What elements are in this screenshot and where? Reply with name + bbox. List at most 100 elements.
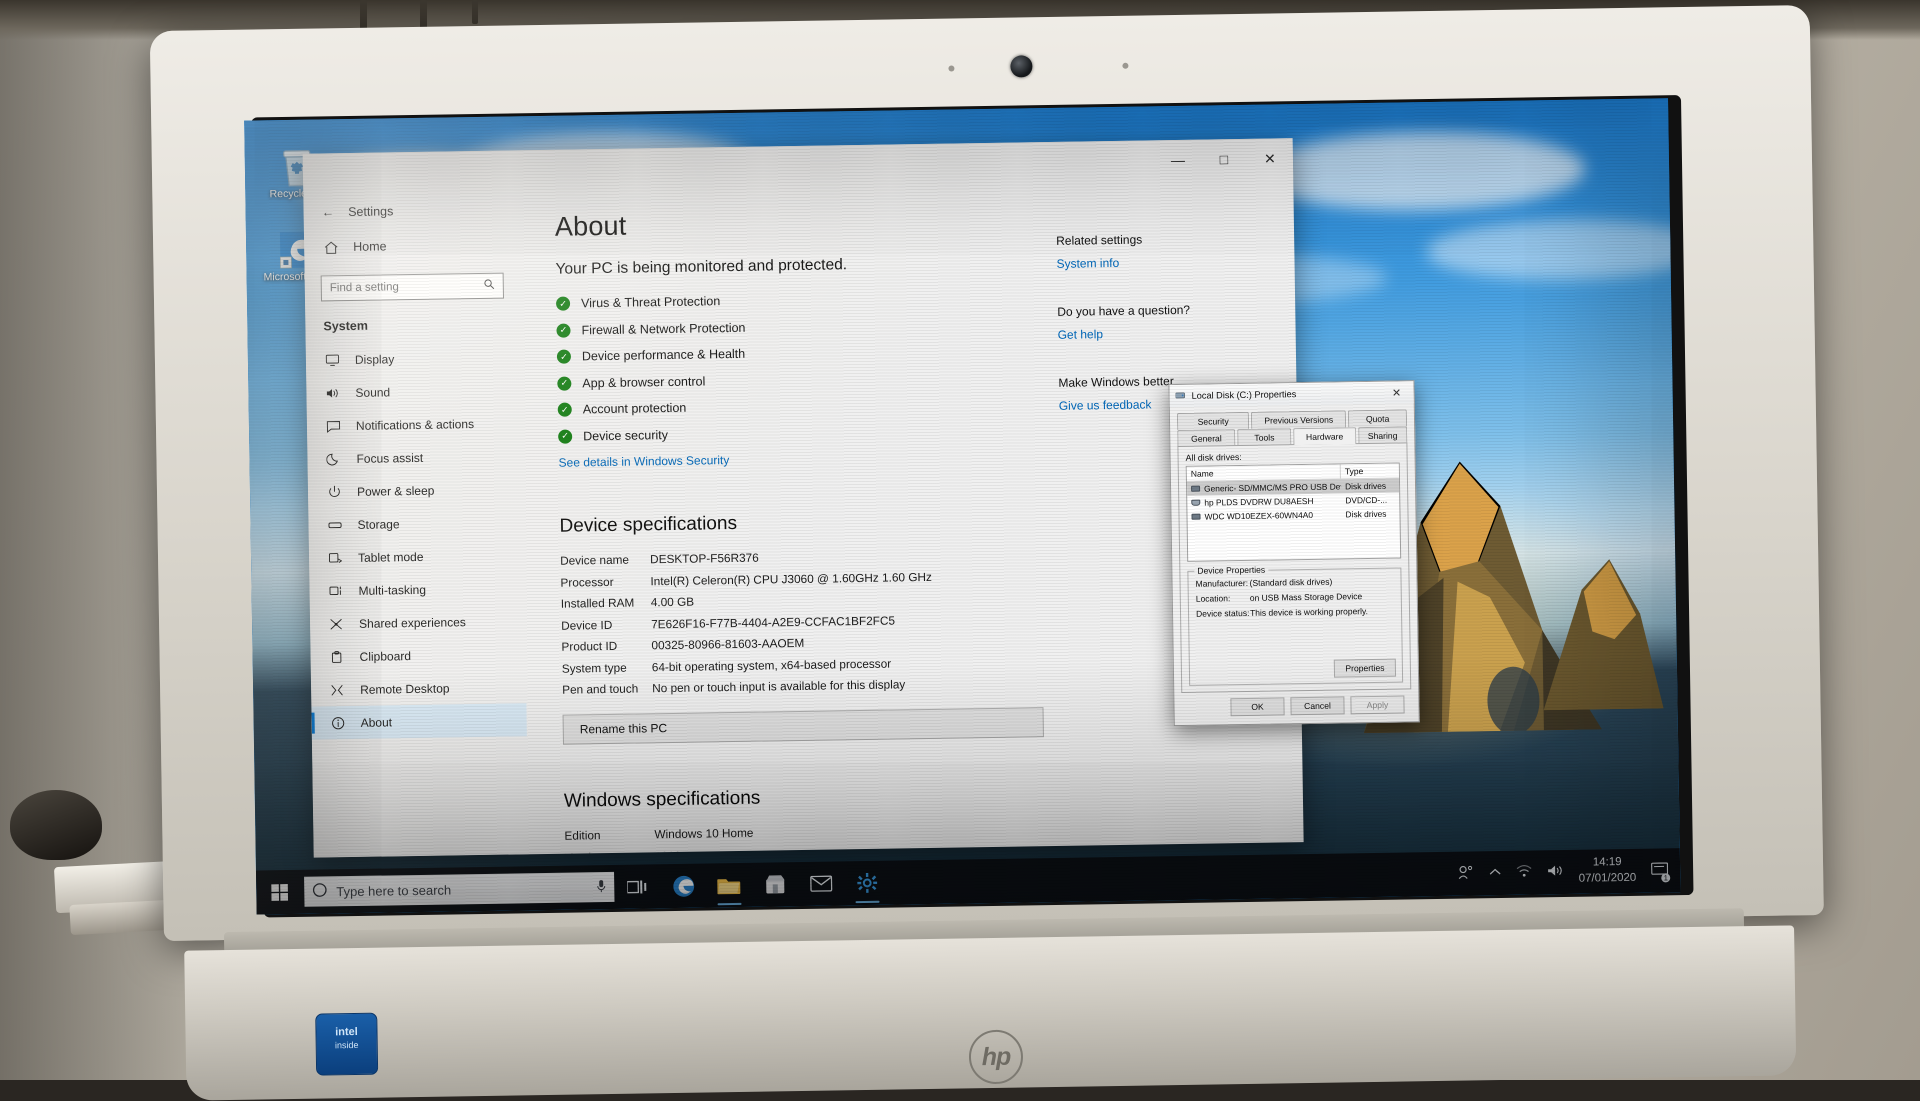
- cortana-icon: [312, 882, 327, 900]
- cable-2: [420, 0, 427, 30]
- taskbar-settings-button[interactable]: [844, 861, 891, 906]
- close-icon[interactable]: ✕: [1383, 382, 1409, 402]
- sidebar-item-remote-desktop[interactable]: Remote Desktop: [311, 670, 526, 706]
- sidebar-item-label: Focus assist: [356, 450, 423, 465]
- sidebar-item-power-sleep[interactable]: Power & sleep: [308, 472, 523, 508]
- dialog-tab-security[interactable]: Security: [1177, 412, 1250, 430]
- question-heading: Do you have a question?: [1057, 302, 1267, 319]
- sidebar-nav: Display Sound Notifications & actions Fo…: [306, 340, 527, 739]
- taskbar-microsoft-store-button[interactable]: [752, 862, 799, 907]
- check-icon: ✓: [558, 429, 572, 443]
- sidebar-item-display[interactable]: Display: [306, 340, 521, 376]
- device-property-value: This device is working properly.: [1250, 606, 1368, 618]
- screen: Recycle Bin Microsoft Edge — □: [244, 98, 1680, 914]
- sidebar-item-storage[interactable]: Storage: [308, 505, 523, 541]
- taskbar-mail-button[interactable]: [798, 861, 845, 906]
- windows-spec-key: Edition: [564, 828, 654, 843]
- sidebar-item-label: Remote Desktop: [360, 681, 450, 696]
- device-property-key: Device status:: [1196, 608, 1250, 619]
- check-icon: ✓: [557, 350, 571, 364]
- device-spec-row: Device name DESKTOP-F56R376: [560, 547, 1041, 569]
- sidebar-item-home[interactable]: Home: [304, 226, 520, 265]
- taskbar-file-explorer-button[interactable]: [706, 863, 753, 908]
- sidebar-item-tablet-mode[interactable]: Tablet mode: [309, 538, 524, 574]
- device-property-value: on USB Mass Storage Device: [1250, 591, 1363, 603]
- search-input[interactable]: Find a setting: [321, 273, 504, 302]
- security-details-link[interactable]: See details in Windows Security: [558, 449, 1039, 471]
- drive-name: hp PLDS DVDRW DU8AESH: [1204, 496, 1313, 508]
- system-info-link[interactable]: System info: [1056, 254, 1266, 271]
- webcam-icon: [1010, 55, 1032, 77]
- people-icon[interactable]: [1458, 865, 1474, 882]
- minimize-button[interactable]: —: [1155, 143, 1202, 178]
- ok-button[interactable]: OK: [1230, 697, 1284, 716]
- windows-spec-value: Windows 10 Home: [654, 822, 1045, 842]
- drives-listview[interactable]: Name Type Generic- SD/MMC/MS PRO USB Dev…: [1186, 463, 1401, 562]
- active-indicator: [718, 902, 742, 905]
- laptop-photo: hp intelinside: [0, 0, 1920, 1080]
- dialog-title: Local Disk (C:) Properties: [1192, 388, 1379, 401]
- speaker-icon[interactable]: [1547, 864, 1563, 880]
- dialog-tab-sharing[interactable]: Sharing: [1358, 426, 1408, 444]
- check-icon: ✓: [557, 376, 571, 390]
- device-spec-row: Device ID 7E626F16-F77B-4404-A2E9-CCFAC1…: [561, 611, 1042, 633]
- wifi-icon[interactable]: [1516, 864, 1532, 880]
- close-button[interactable]: ✕: [1247, 141, 1294, 176]
- clock[interactable]: 14:19 07/01/2020: [1578, 855, 1636, 887]
- sidebar-item-label: Multi-tasking: [358, 582, 426, 597]
- drive-row[interactable]: WDC WD10EZEX-60WN4A0 Disk drives: [1187, 507, 1399, 524]
- rename-pc-button[interactable]: Rename this PC: [563, 708, 1044, 746]
- sidebar-item-focus-assist[interactable]: Focus assist: [307, 439, 522, 475]
- device-spec-row: Pen and touch No pen or touch input is a…: [562, 676, 1043, 698]
- sidebar-item-about[interactable]: About: [311, 703, 526, 739]
- properties-button[interactable]: Properties: [1334, 659, 1396, 678]
- hardware-panel: All disk drives: Name Type Generic- SD/M…: [1177, 442, 1411, 693]
- sidebar-item-shared-experiences[interactable]: Shared experiences: [310, 604, 525, 640]
- get-help-link[interactable]: Get help: [1058, 325, 1268, 342]
- check-icon: ✓: [556, 297, 570, 311]
- device-property-row: Device status: This device is working pr…: [1196, 606, 1394, 619]
- sidebar-item-sound[interactable]: Sound: [306, 373, 521, 409]
- device-spec-row: System type 64-bit operating system, x64…: [562, 654, 1043, 676]
- page-title: About: [555, 204, 1036, 243]
- dialog-tab-hardware[interactable]: Hardware: [1293, 427, 1356, 445]
- security-status-item: ✓ Device security: [558, 422, 1039, 444]
- sidebar-item-notifications-actions[interactable]: Notifications & actions: [307, 406, 522, 442]
- webcam-indicator: [948, 65, 954, 71]
- drive-icon: [326, 518, 343, 532]
- start-button[interactable]: [256, 870, 303, 915]
- active-indicator: [856, 900, 880, 903]
- taskbar-task-view-button[interactable]: [614, 864, 661, 909]
- sidebar-item-clipboard[interactable]: Clipboard: [310, 637, 525, 673]
- related-settings-heading: Related settings: [1056, 231, 1266, 248]
- windows-specs-heading: Windows specifications: [564, 784, 1045, 814]
- microphone-icon[interactable]: [596, 879, 606, 896]
- drive-name: Generic- SD/MMC/MS PRO USB Device: [1204, 481, 1341, 493]
- dialog-buttons: OK Cancel Apply: [1181, 689, 1411, 717]
- desk-object-round: [10, 790, 102, 860]
- cancel-button[interactable]: Cancel: [1290, 696, 1344, 715]
- column-name: Name: [1187, 464, 1341, 480]
- taskbar-search-input[interactable]: Type here to search: [304, 872, 614, 907]
- sidebar-item-multi-tasking[interactable]: Multi-tasking: [309, 571, 524, 607]
- sidebar-home-label: Home: [353, 239, 387, 254]
- notification-icon[interactable]: 1: [1651, 862, 1668, 879]
- device-spec-value: 64-bit operating system, x64-based proce…: [652, 654, 1043, 674]
- dialog-tab-quota[interactable]: Quota: [1348, 409, 1407, 427]
- device-spec-key: Product ID: [561, 639, 651, 654]
- column-type: Type: [1341, 464, 1399, 479]
- device-spec-row: Installed RAM 4.00 GB: [561, 590, 1042, 612]
- device-properties-rows: Manufacturer: (Standard disk drives) Loc…: [1195, 576, 1394, 619]
- taskbar-edge-button[interactable]: [660, 863, 707, 908]
- disk-icon: [1191, 486, 1200, 492]
- sidebar-item-label: Display: [355, 352, 395, 367]
- security-status-item: ✓ Firewall & Network Protection: [556, 316, 1037, 338]
- device-properties-group: Device Properties Manufacturer: (Standar…: [1187, 568, 1403, 686]
- chevron-up-icon[interactable]: [1489, 867, 1501, 879]
- dialog-tab-previous-versions[interactable]: Previous Versions: [1251, 410, 1346, 428]
- security-status-label: Account protection: [583, 401, 687, 417]
- security-status-item: ✓ Virus & Threat Protection: [556, 290, 1037, 312]
- maximize-button[interactable]: □: [1201, 142, 1248, 177]
- back-button[interactable]: ← Settings: [303, 192, 519, 229]
- device-spec-key: Installed RAM: [561, 596, 651, 611]
